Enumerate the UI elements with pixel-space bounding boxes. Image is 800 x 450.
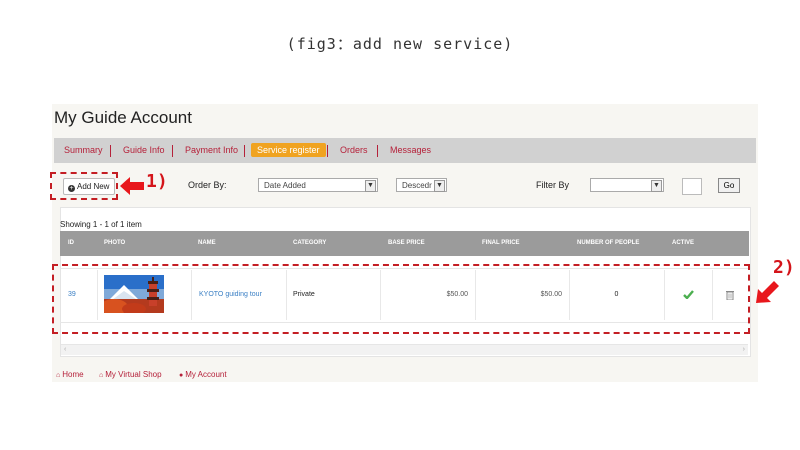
horizontal-scrollbar[interactable]: ‹ › bbox=[61, 344, 748, 355]
chevron-down-icon: ▼ bbox=[365, 180, 376, 192]
tab-orders[interactable]: Orders bbox=[340, 138, 368, 163]
figure-caption: (fig3：add new service) bbox=[286, 35, 514, 53]
header-name: NAME bbox=[198, 240, 216, 246]
annotation-box-add-new bbox=[50, 172, 118, 200]
annotation-label-2: 2) bbox=[773, 257, 795, 278]
footer-link-virtual-shop[interactable]: ⌂ My Virtual Shop bbox=[99, 370, 162, 379]
header-photo: PHOTO bbox=[104, 240, 126, 246]
tab-summary[interactable]: Summary bbox=[64, 138, 103, 163]
order-by-select[interactable]: Date Added ▼ bbox=[258, 178, 378, 192]
header-final-price: FINAL PRICE bbox=[482, 240, 520, 246]
chevron-down-icon: ▼ bbox=[434, 180, 445, 192]
tab-separator bbox=[377, 145, 378, 157]
tab-service-register[interactable]: Service register bbox=[251, 143, 326, 157]
tab-guide-info[interactable]: Guide Info bbox=[123, 138, 165, 163]
header-id: ID bbox=[68, 240, 74, 246]
footer-home-label: Home bbox=[62, 370, 84, 379]
table-header: ID PHOTO NAME CATEGORY BASE PRICE FINAL … bbox=[60, 231, 749, 256]
direction-select[interactable]: Descedr ▼ bbox=[396, 178, 447, 192]
tab-separator bbox=[327, 145, 328, 157]
footer-virtual-shop-label: My Virtual Shop bbox=[105, 370, 162, 379]
footer-my-account-label: My Account bbox=[185, 370, 227, 379]
direction-value: Descedr bbox=[402, 181, 432, 190]
footer-link-home[interactable]: ⌂ Home bbox=[56, 370, 84, 379]
filter-by-label: Filter By bbox=[536, 180, 570, 190]
filter-select[interactable]: ▼ bbox=[590, 178, 664, 192]
tab-separator bbox=[110, 145, 111, 157]
order-by-value: Date Added bbox=[264, 181, 306, 190]
order-by-label: Order By: bbox=[188, 180, 227, 190]
annotation-box-service-row bbox=[52, 264, 750, 334]
page-title: My Guide Account bbox=[54, 108, 192, 127]
arrow-left-icon bbox=[120, 177, 144, 195]
home-icon: ⌂ bbox=[99, 372, 104, 379]
header-active: ACTIVE bbox=[672, 240, 695, 246]
filter-text-input[interactable] bbox=[682, 178, 702, 195]
tab-messages[interactable]: Messages bbox=[390, 138, 431, 163]
home-icon: ⌂ bbox=[56, 372, 61, 379]
tab-bar: Summary Guide Info Payment Info Service … bbox=[54, 138, 756, 163]
tab-separator bbox=[244, 145, 245, 157]
header-category: CATEGORY bbox=[293, 240, 327, 246]
tab-separator bbox=[172, 145, 173, 157]
go-button[interactable]: Go bbox=[718, 178, 740, 193]
scroll-left-icon[interactable]: ‹ bbox=[64, 345, 66, 355]
arrow-down-left-icon bbox=[756, 281, 779, 303]
showing-count: Showing 1 - 1 of 1 item bbox=[60, 220, 142, 229]
tab-payment-info[interactable]: Payment Info bbox=[185, 138, 238, 163]
user-circle-icon: ● bbox=[179, 372, 184, 379]
header-number-of-people: NUMBER OF PEOPLE bbox=[577, 240, 640, 246]
scroll-right-icon[interactable]: › bbox=[743, 345, 745, 355]
chevron-down-icon: ▼ bbox=[651, 180, 662, 192]
header-base-price: BASE PRICE bbox=[388, 240, 425, 246]
footer-link-my-account[interactable]: ● My Account bbox=[179, 370, 227, 379]
annotation-label-1: 1) bbox=[146, 171, 168, 192]
